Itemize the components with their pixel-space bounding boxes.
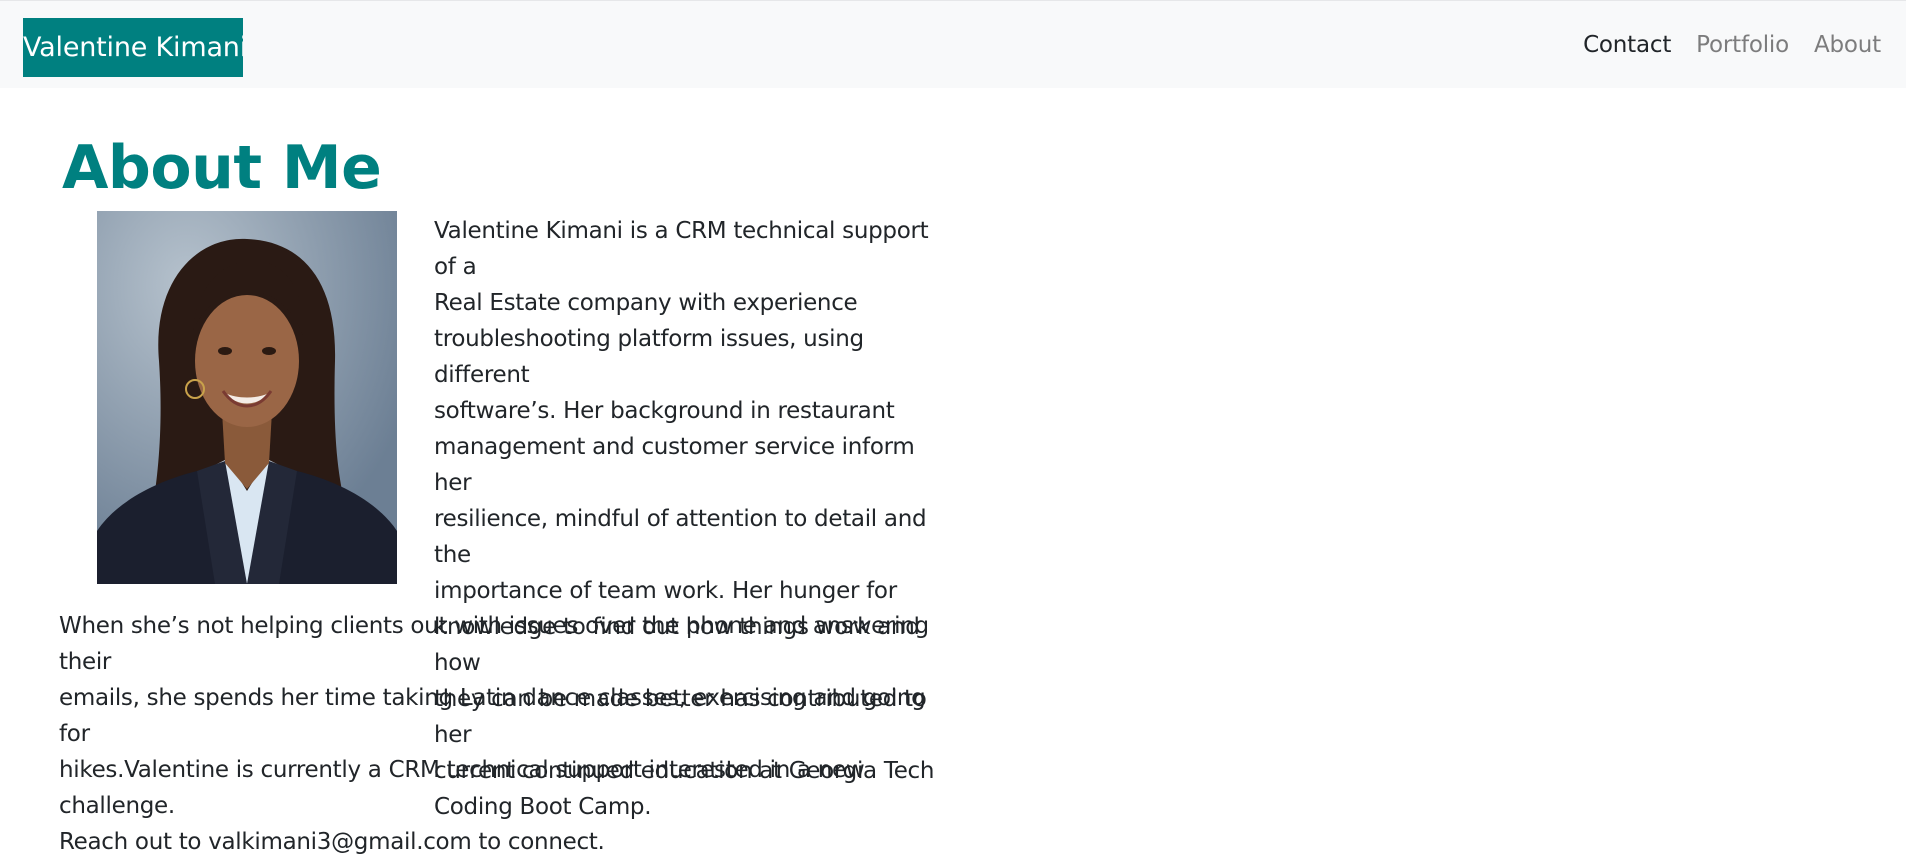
bio-line: hikes.Valentine is currently a CRM techn…	[59, 757, 865, 819]
bio-line: resilience, mindful of attention to deta…	[434, 506, 927, 568]
nav-link-about[interactable]: About	[1814, 32, 1881, 58]
nav-links: Contact Portfolio About	[1583, 1, 1906, 89]
bio-line: software’s. Her background in restaurant	[434, 398, 895, 424]
nav-link-contact[interactable]: Contact	[1583, 32, 1671, 58]
bio-line: When she’s not helping clients out with …	[59, 613, 929, 675]
profile-photo	[97, 211, 397, 584]
navbar: Valentine Kimani Contact Portfolio About	[0, 0, 1906, 88]
bio-line: Reach out to valkimani3@gmail.com to con…	[59, 829, 605, 855]
bio-line: troubleshooting platform issues, using d…	[434, 326, 864, 388]
bio-line: management and customer service inform h…	[434, 434, 915, 496]
bio-line: emails, she spends her time taking Latin…	[59, 685, 926, 747]
brand-link[interactable]: Valentine Kimani	[23, 18, 243, 77]
bio-line: Valentine Kimani is a CRM technical supp…	[434, 218, 929, 280]
profile-photo-illustration	[97, 211, 397, 584]
page-title: About Me	[62, 133, 382, 203]
bio-line: Real Estate company with experience	[434, 290, 858, 316]
nav-link-portfolio[interactable]: Portfolio	[1696, 32, 1789, 58]
bio-continuation: When she’s not helping clients out with …	[59, 608, 959, 860]
bio-line: importance of team work. Her hunger for	[434, 578, 897, 604]
